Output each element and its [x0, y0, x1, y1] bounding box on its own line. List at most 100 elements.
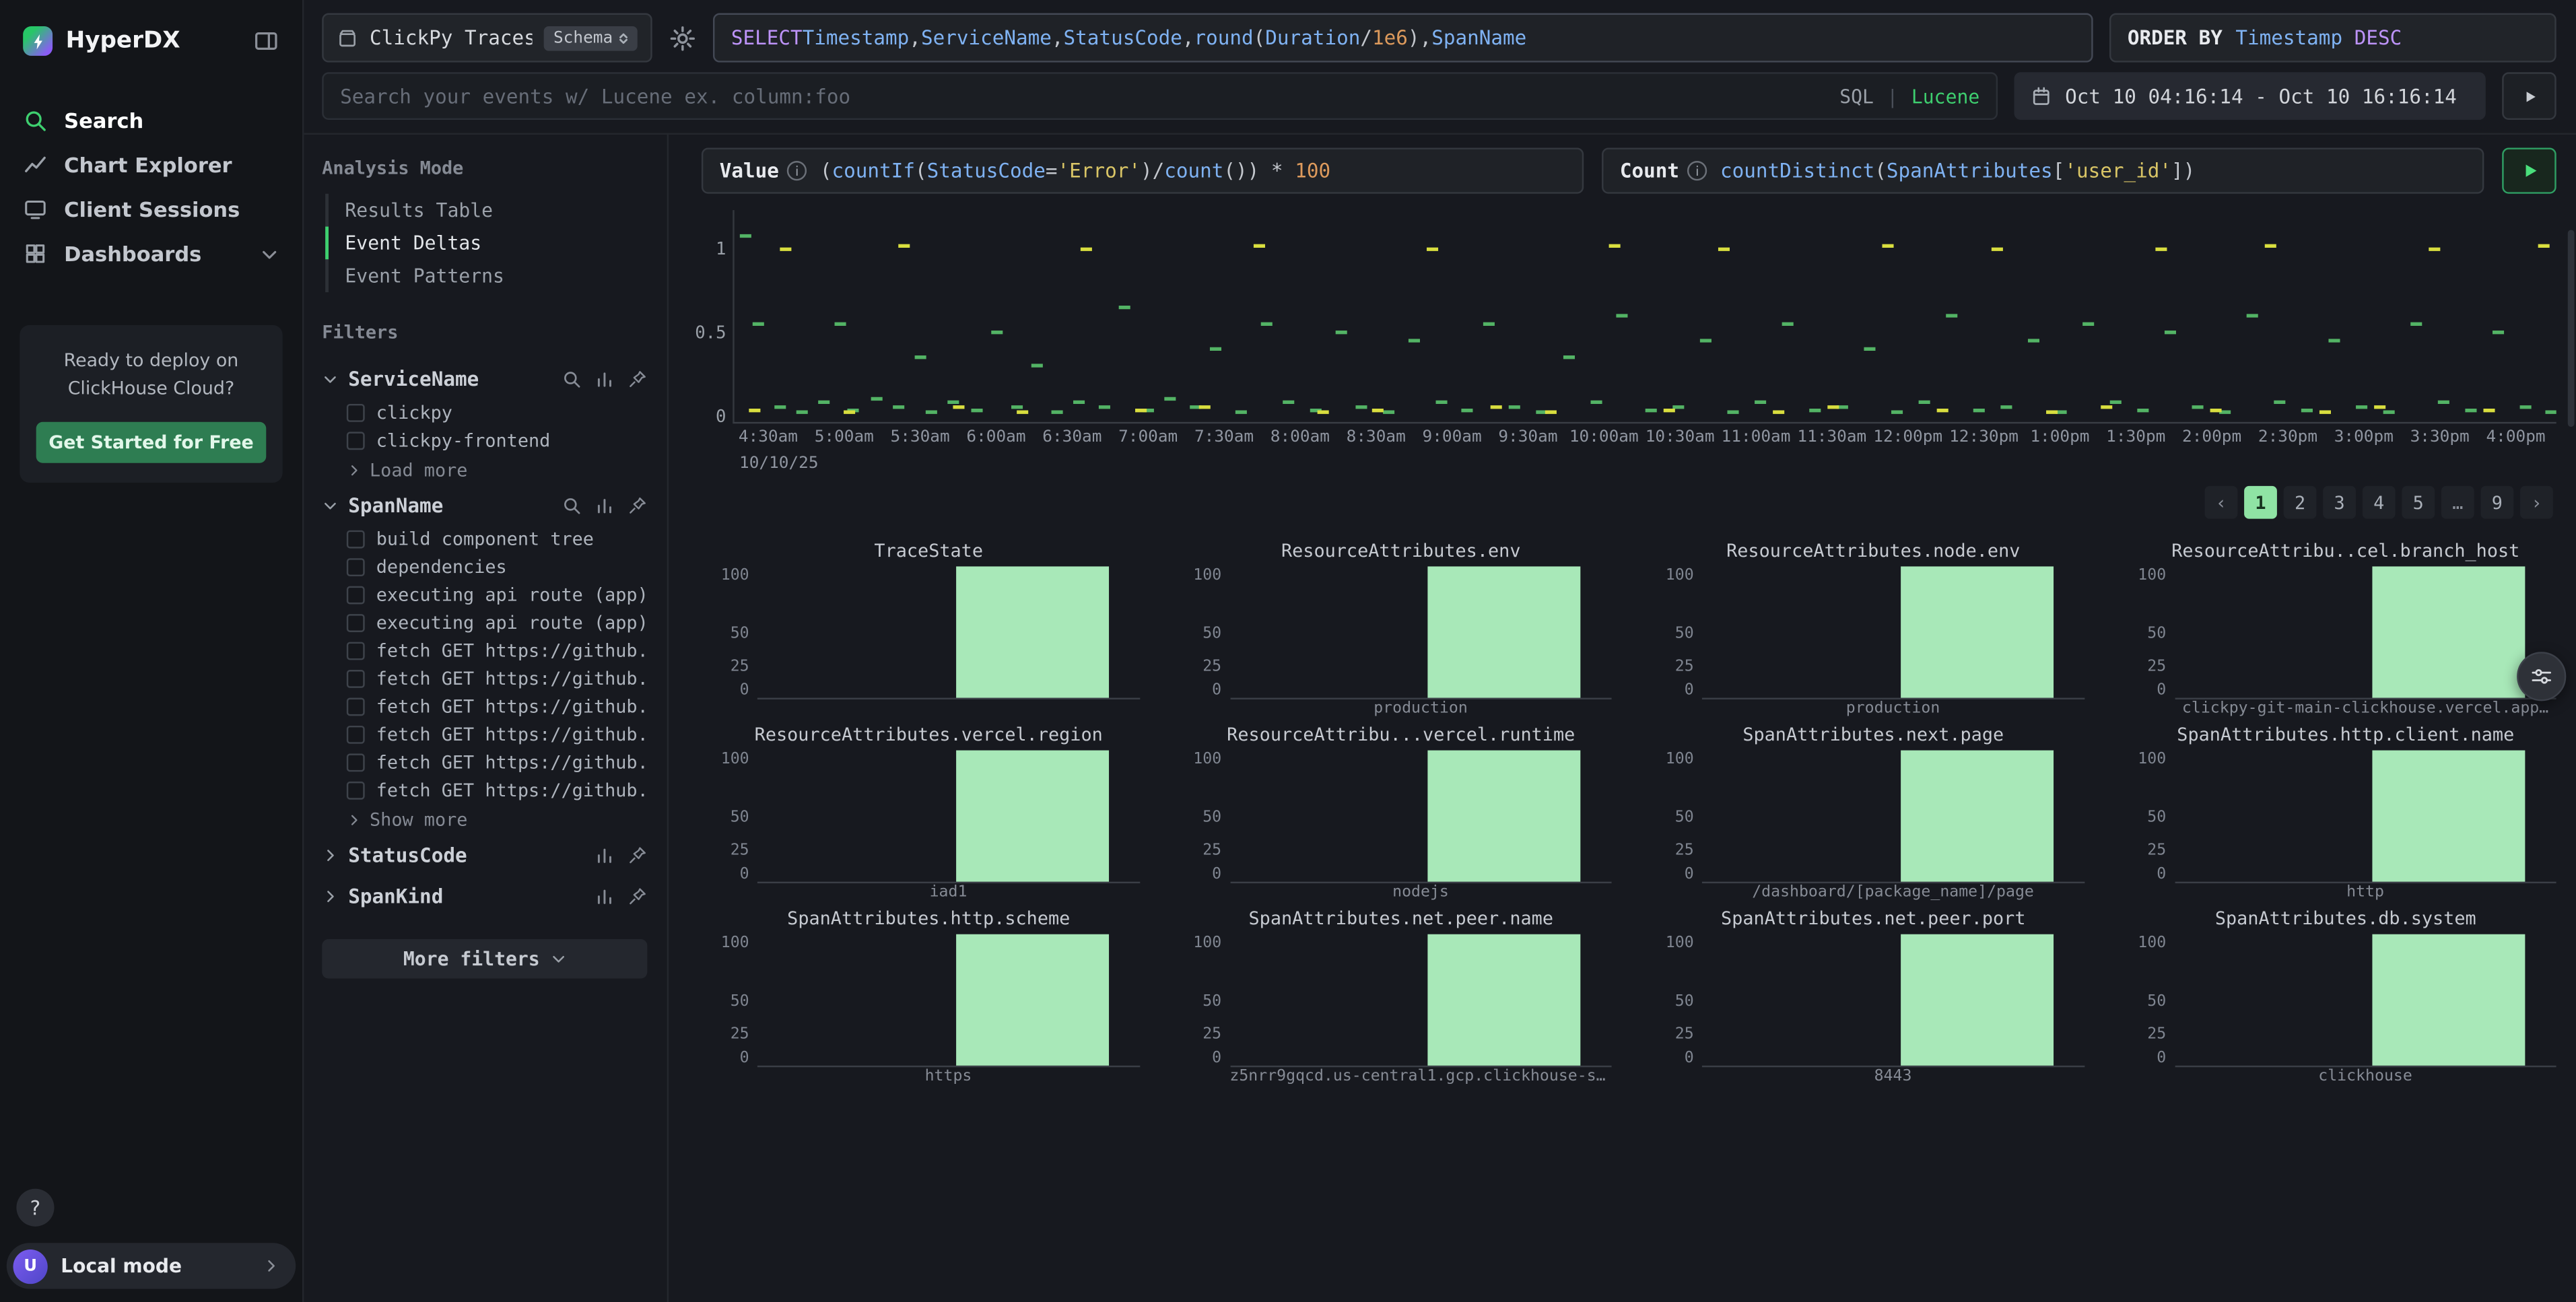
analysis-mode-option[interactable]: Results Table [325, 194, 647, 227]
source-selector[interactable]: ClickPy Traces Schema [322, 13, 652, 63]
facet-bar[interactable] [1901, 751, 2054, 882]
facet-y-axis: 10050250 [2135, 751, 2175, 884]
pin-icon[interactable] [628, 369, 647, 388]
mode-sql-toggle[interactable]: SQL [1839, 85, 1874, 108]
facet-bar[interactable] [1901, 566, 2054, 697]
facet-y-tick-label: 50 [1202, 624, 1221, 642]
facet-y-tick-label: 50 [1675, 808, 1694, 826]
facet-bar[interactable] [956, 934, 1109, 1066]
analysis-mode-option[interactable]: Event Patterns [325, 259, 647, 292]
bars-icon[interactable] [595, 886, 614, 905]
chart-settings-fab[interactable] [2517, 652, 2566, 701]
pagination-page-button[interactable]: 5 [2402, 486, 2435, 519]
mode-lucene-toggle[interactable]: Lucene [1911, 85, 1979, 108]
checkbox[interactable] [347, 726, 365, 744]
facet-bar[interactable] [2373, 751, 2526, 882]
filter-group-spankind[interactable]: SpanKind [322, 875, 647, 916]
facet-bar[interactable] [1428, 934, 1581, 1066]
count-expression-input[interactable]: Counti countDistinct(SpanAttributes['use… [1602, 147, 2484, 193]
facet-bar[interactable] [1428, 566, 1581, 697]
sidebar-item-client-sessions[interactable]: Client Sessions [0, 187, 302, 232]
facet-bar[interactable] [956, 751, 1109, 882]
timeseries-date-label: 10/10/25 [739, 455, 2556, 473]
checkbox[interactable] [347, 530, 365, 549]
pagination-page-button[interactable]: 2 [2284, 486, 2317, 519]
chevron-right-icon [322, 887, 338, 903]
facet-bar[interactable] [1428, 751, 1581, 882]
source-settings-gear-icon[interactable] [669, 24, 696, 51]
pin-icon[interactable] [628, 886, 647, 905]
checkbox[interactable] [347, 614, 365, 632]
checkbox[interactable] [347, 404, 365, 422]
filter-group-statuscode[interactable]: StatusCode [322, 834, 647, 875]
pagination-prev-button[interactable]: ‹ [2205, 486, 2238, 519]
facet-y-tick-label: 100 [1666, 566, 1694, 584]
filter-option[interactable]: fetch GET https://github.… [322, 693, 647, 720]
pagination-page-button[interactable]: 3 [2323, 486, 2356, 519]
pagination-page-button[interactable]: 1 [2244, 486, 2277, 519]
filter-option[interactable]: fetch GET https://github.… [322, 721, 647, 749]
checkbox[interactable] [347, 698, 365, 716]
query-run-button[interactable] [2502, 147, 2556, 193]
sidebar-item-search[interactable]: Search [0, 98, 302, 143]
filter-option[interactable]: executing api route (app)… [322, 581, 647, 609]
checkbox[interactable] [347, 586, 365, 605]
checkbox[interactable] [347, 432, 365, 450]
sidebar-item-chart-explorer[interactable]: Chart Explorer [0, 143, 302, 187]
filter-group-name: StatusCode [348, 843, 467, 866]
facet-bar[interactable] [956, 566, 1109, 697]
filter-group-servicename[interactable]: ServiceName [322, 358, 647, 399]
filter-option[interactable]: fetch GET https://github.… [322, 777, 647, 804]
filter-group-more[interactable]: Load more [322, 455, 647, 485]
facet-bar[interactable] [2373, 934, 2526, 1066]
checkbox[interactable] [347, 558, 365, 576]
local-mode-pill[interactable]: U Local mode [7, 1243, 296, 1289]
filter-option[interactable]: fetch GET https://github.… [322, 749, 647, 776]
facet-y-tick-label: 0 [2157, 681, 2166, 699]
sidebar-collapse-icon[interactable] [253, 28, 279, 54]
sql-token: ( [1874, 160, 1887, 182]
search-icon[interactable] [562, 369, 581, 388]
filter-group-spanname[interactable]: SpanName [322, 484, 647, 525]
checkbox[interactable] [347, 782, 365, 800]
checkbox[interactable] [347, 753, 365, 772]
pin-icon[interactable] [628, 845, 647, 864]
pin-icon[interactable] [628, 495, 647, 514]
filter-option[interactable]: executing api route (app)… [322, 609, 647, 637]
sidebar-item-dashboards[interactable]: Dashboards [0, 232, 302, 276]
select-clause-input[interactable]: SELECT Timestamp, ServiceName, StatusCod… [713, 13, 2093, 63]
analysis-mode-option[interactable]: Event Deltas [325, 227, 647, 260]
facet-bar[interactable] [2373, 566, 2526, 697]
query-builder-row: Valuei (countIf(StatusCode='Error')/coun… [702, 147, 2556, 193]
checkbox[interactable] [347, 670, 365, 688]
app-title: HyperDX [66, 28, 240, 54]
checkbox[interactable] [347, 642, 365, 660]
get-started-button[interactable]: Get Started for Free [36, 422, 267, 463]
order-by-input[interactable]: ORDER BY Timestamp DESC [2109, 13, 2556, 63]
date-range-picker[interactable]: Oct 10 04:16:14 - Oct 10 16:16:14 [2014, 72, 2486, 120]
bars-icon[interactable] [595, 845, 614, 864]
filter-option[interactable]: fetch GET https://github.… [322, 665, 647, 693]
search-icon[interactable] [562, 495, 581, 514]
sql-token: ( [820, 160, 832, 182]
pagination-next-button[interactable]: › [2520, 486, 2553, 519]
search-input[interactable] [340, 85, 1827, 108]
schema-badge[interactable]: Schema [543, 26, 637, 50]
scrollbar-thumb[interactable] [2568, 230, 2575, 427]
search-run-button[interactable] [2502, 72, 2556, 120]
value-expression-input[interactable]: Valuei (countIf(StatusCode='Error')/coun… [702, 147, 1584, 193]
bars-icon[interactable] [595, 495, 614, 514]
pagination-page-button[interactable]: 4 [2363, 486, 2396, 519]
help-button[interactable]: ? [16, 1189, 54, 1227]
timeseries-plot[interactable] [733, 210, 2556, 423]
filter-option[interactable]: build component tree [322, 525, 647, 553]
more-filters-button[interactable]: More filters [322, 939, 647, 979]
filter-option[interactable]: clickpy [322, 399, 647, 427]
bars-icon[interactable] [595, 369, 614, 388]
filter-group-more[interactable]: Show more [322, 804, 647, 834]
filter-option[interactable]: dependencies [322, 553, 647, 581]
pagination-page-button[interactable]: 9 [2480, 486, 2513, 519]
facet-bar[interactable] [1901, 934, 2054, 1066]
filter-option[interactable]: clickpy-frontend [322, 427, 647, 454]
filter-option[interactable]: fetch GET https://github.… [322, 637, 647, 664]
